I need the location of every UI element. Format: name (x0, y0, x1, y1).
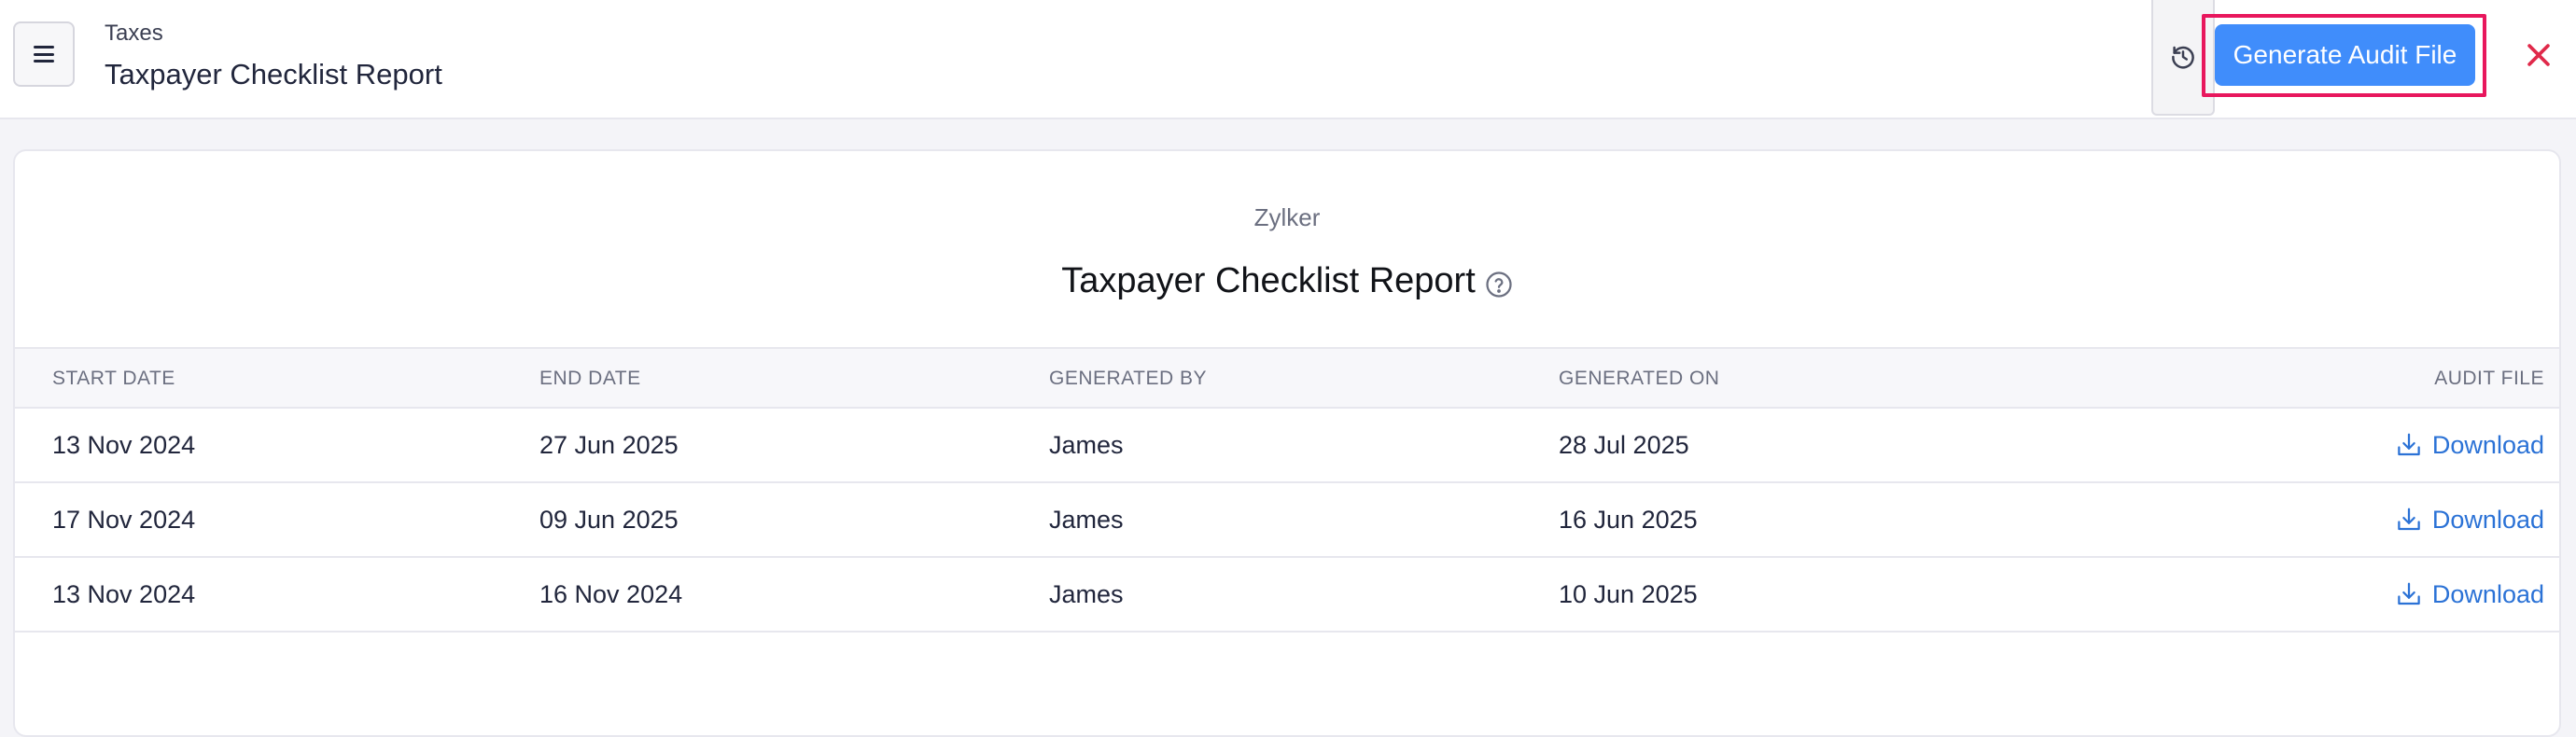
generated-by-cell: James (1049, 431, 1124, 459)
download-link[interactable]: Download (2395, 409, 2544, 481)
breadcrumb[interactable]: Taxes (105, 21, 163, 47)
end-date-cell: 09 Jun 2025 (539, 506, 679, 534)
column-end-date: END DATE (539, 368, 641, 389)
generated-by-cell: James (1049, 580, 1124, 608)
end-date-cell: 16 Nov 2024 (539, 580, 683, 608)
start-date-cell: 13 Nov 2024 (52, 431, 196, 459)
hamburger-icon (34, 46, 54, 63)
start-date-cell: 17 Nov 2024 (52, 506, 196, 534)
generated-by-cell: James (1049, 506, 1124, 534)
download-link[interactable]: Download (2395, 558, 2544, 631)
table-row: 17 Nov 2024 09 Jun 2025 James 16 Jun 202… (15, 483, 2559, 558)
generated-on-cell: 10 Jun 2025 (1559, 580, 1698, 608)
download-label: Download (2431, 505, 2544, 534)
download-icon (2398, 433, 2420, 456)
top-header: Taxes Taxpayer Checklist Report Generate… (0, 0, 2576, 119)
column-generated-on: GENERATED ON (1559, 368, 1720, 389)
table-header: START DATE END DATE GENERATED BY GENERAT… (15, 347, 2559, 409)
start-date-cell: 13 Nov 2024 (52, 580, 196, 608)
page-title: Taxpayer Checklist Report (105, 58, 442, 90)
download-label: Download (2431, 579, 2544, 608)
report-title: Taxpayer Checklist Report (1061, 261, 1476, 300)
generated-on-cell: 16 Jun 2025 (1559, 506, 1698, 534)
download-icon (2398, 508, 2420, 531)
download-link[interactable]: Download (2395, 483, 2544, 556)
history-icon (2172, 46, 2194, 69)
column-generated-by: GENERATED BY (1049, 368, 1207, 389)
organization-name: Zylker (1253, 203, 1321, 231)
table-row: 13 Nov 2024 16 Nov 2024 James 10 Jun 202… (15, 558, 2559, 633)
report-card: Zylker Taxpayer Checklist Report START D… (13, 149, 2561, 737)
download-icon (2398, 582, 2420, 605)
table-row: 13 Nov 2024 27 Jun 2025 James 28 Jul 202… (15, 409, 2559, 483)
report-title-row: Taxpayer Checklist Report (15, 261, 2559, 301)
generate-audit-file-button[interactable]: Generate Audit File (2215, 24, 2475, 86)
download-label: Download (2431, 430, 2544, 459)
end-date-cell: 27 Jun 2025 (539, 431, 679, 459)
help-icon[interactable] (1485, 271, 1513, 299)
column-start-date: START DATE (52, 368, 175, 389)
column-audit-file: AUDIT FILE (2434, 368, 2544, 389)
close-icon[interactable] (2523, 39, 2555, 71)
generated-on-cell: 28 Jul 2025 (1559, 431, 1689, 459)
menu-button[interactable] (13, 21, 75, 87)
